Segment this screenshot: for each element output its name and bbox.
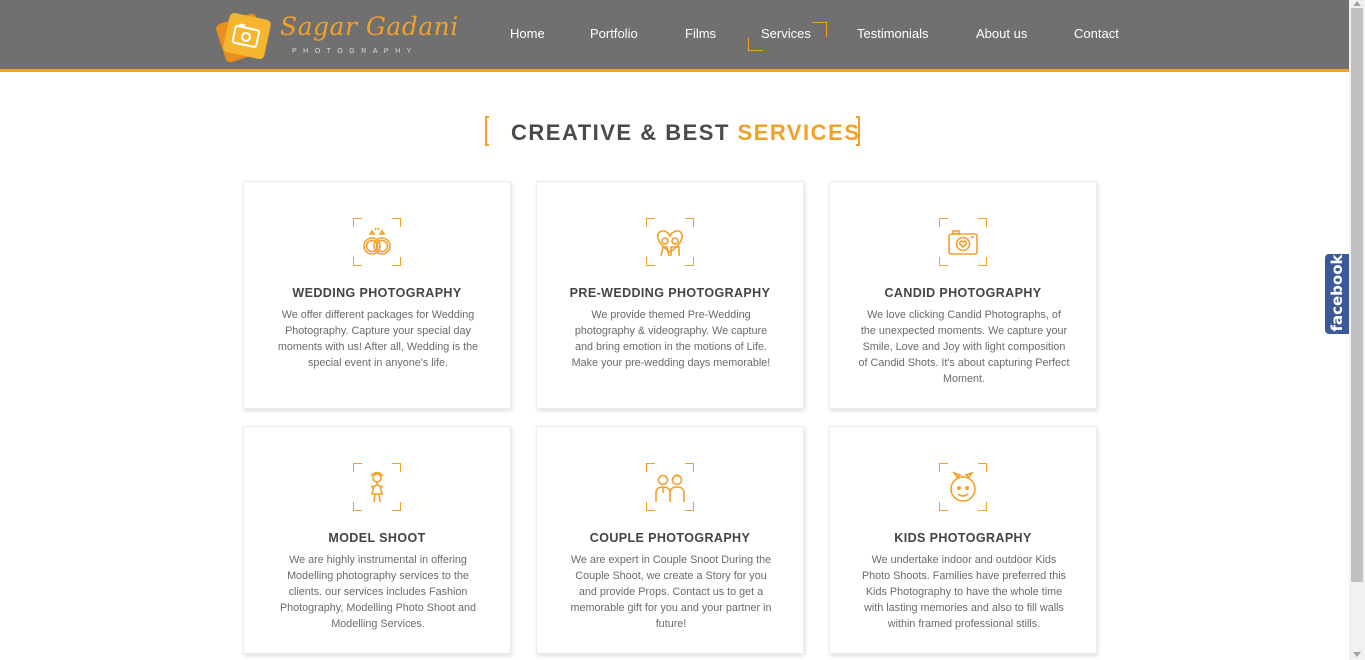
section-heading: CREATIVE & BEST SERVICES	[480, 114, 870, 150]
camera-icon	[216, 13, 271, 63]
service-description: We provide themed Pre-Wedding photograph…	[571, 309, 771, 369]
service-description: We are highly instrumental in offering M…	[279, 554, 477, 630]
icon-frame	[353, 218, 401, 266]
scrollbar-thumb[interactable]	[1351, 8, 1363, 582]
heading-bracket	[856, 116, 860, 146]
camera-heart-icon	[948, 230, 978, 255]
nav-services[interactable]: Services	[761, 26, 811, 41]
model-icon	[370, 471, 384, 503]
service-card-wedding[interactable]: WEDDING PHOTOGRAPHY We offer different p…	[243, 181, 511, 409]
service-title: KIDS PHOTOGRAPHY	[894, 531, 1032, 545]
icon-frame	[353, 463, 401, 511]
section-title-main: CREATIVE & BEST	[511, 120, 730, 145]
service-card-pre-wedding[interactable]: PRE-WEDDING PHOTOGRAPHY We provide theme…	[536, 181, 804, 409]
wedding-rings-icon	[363, 227, 391, 255]
brand-tagline: PHOTOGRAPHY	[292, 48, 418, 55]
active-nav-indicator	[812, 22, 827, 37]
scroll-up-arrow-icon[interactable]	[1353, 1, 1361, 6]
section-title: CREATIVE & BEST SERVICES	[511, 120, 860, 146]
icon-frame	[939, 463, 987, 511]
nav-testimonials[interactable]: Testimonials	[857, 26, 929, 41]
nav-home[interactable]: Home	[510, 26, 545, 41]
service-description: We love clicking Candid Photographs, of …	[858, 309, 1070, 385]
service-description: We are expert in Couple Snoot During the…	[570, 554, 772, 630]
service-title: MODEL SHOOT	[328, 531, 426, 545]
service-card-model[interactable]: MODEL SHOOT We are highly instrumental i…	[243, 426, 511, 654]
heading-bracket	[485, 116, 489, 146]
icon-frame	[939, 218, 987, 266]
couple-heart-icon	[656, 230, 684, 257]
service-title: COUPLE PHOTOGRAPHY	[589, 531, 751, 545]
scroll-down-arrow-icon[interactable]	[1353, 652, 1361, 657]
nav-portfolio[interactable]: Portfolio	[590, 26, 638, 41]
site-header: Sagar Gadani PHOTOGRAPHY Home Portfolio …	[0, 0, 1349, 72]
brand-name: Sagar Gadani	[280, 12, 459, 41]
service-card-couple[interactable]: COUPLE PHOTOGRAPHY We are expert in Coup…	[536, 426, 804, 654]
service-card-candid[interactable]: CANDID PHOTOGRAPHY We love clicking Cand…	[829, 181, 1097, 409]
nav-contact[interactable]: Contact	[1074, 26, 1119, 41]
service-card-kids[interactable]: KIDS PHOTOGRAPHY We undertake indoor and…	[829, 426, 1097, 654]
service-title: WEDDING PHOTOGRAPHY	[292, 286, 462, 300]
active-nav-indicator	[748, 38, 763, 51]
couple-icon	[655, 474, 685, 502]
icon-frame	[646, 218, 694, 266]
service-description: We offer different packages for Wedding …	[277, 309, 479, 369]
nav-films[interactable]: Films	[685, 26, 716, 41]
facebook-tab[interactable]: facebook	[1325, 254, 1349, 334]
icon-frame	[646, 463, 694, 511]
service-title: CANDID PHOTOGRAPHY	[884, 286, 1042, 300]
facebook-label: facebook	[1328, 254, 1346, 332]
service-title: PRE-WEDDING PHOTOGRAPHY	[569, 286, 771, 300]
section-title-accent: SERVICES	[737, 120, 861, 145]
kid-face-icon	[950, 471, 976, 502]
brand-logo[interactable]: Sagar Gadani PHOTOGRAPHY	[216, 8, 458, 66]
service-description: We undertake indoor and outdoor Kids Pho…	[861, 554, 1067, 630]
nav-about-us[interactable]: About us	[976, 26, 1027, 41]
